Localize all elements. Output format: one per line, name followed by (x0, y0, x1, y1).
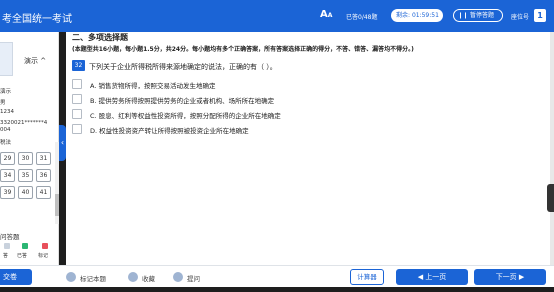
question-nav-button[interactable]: 35 (18, 169, 33, 182)
answered-legend-icon (22, 243, 28, 249)
unanswered-legend-icon (4, 243, 10, 249)
marked-legend-icon (42, 243, 48, 249)
ask-section-title: 问答题 (0, 233, 20, 241)
question-panel: 二、多项选择题 (本题型共16小题，每小题1.5分，共24分。每小题均有多个正确… (66, 32, 550, 265)
option-c[interactable]: C. 股息、红利等权益性投资所得，按照分配所得的企业所在地确定 (90, 110, 281, 120)
mark-icon[interactable] (66, 272, 76, 282)
chevron-right-icon: ▶ (518, 273, 525, 281)
option-d-checkbox[interactable] (72, 124, 82, 134)
favorite-button[interactable]: 收藏 (142, 273, 155, 283)
unanswered-legend-label: 答 (3, 253, 9, 259)
seat-label: 座位号 (511, 14, 530, 21)
ask-button[interactable]: 提问 (187, 273, 200, 283)
previous-page-button[interactable]: ◀ 上一页 (396, 269, 468, 285)
pause-button[interactable]: ❙❙ 暂停答题 (453, 9, 503, 22)
next-page-button[interactable]: 下一页 ▶ (474, 269, 546, 285)
exam-subject: 税法 (0, 140, 12, 146)
remaining-time-badge: 剩余: 01:59:51 (391, 9, 443, 22)
star-icon[interactable] (128, 272, 138, 282)
option-d[interactable]: D. 权益性投资资产转让所得按照被投资企业所在地确定 (90, 125, 249, 135)
pause-label: 暂停答题 (469, 12, 494, 19)
section-rule: (本题型共16小题，每小题1.5分，共24分。每小题均有多个正确答案，所有答案选… (72, 46, 414, 53)
question-nav-button[interactable]: 36 (36, 169, 51, 182)
answered-legend-label: 已答 (17, 253, 28, 259)
candidate-name: 演示 (0, 89, 12, 95)
chevron-left-icon: ◀ (417, 273, 424, 281)
question-nav-button[interactable]: 34 (0, 169, 15, 182)
remaining-time: 01:59:51 (411, 12, 439, 19)
avatar (0, 42, 13, 76)
chevron-up-icon: ^ (40, 57, 47, 65)
taskbar-strip (0, 287, 554, 292)
candidate-idcard-suffix: 004 (0, 127, 11, 133)
remaining-label: 剩余: (396, 12, 411, 19)
user-name[interactable]: 演示 ^ (24, 56, 46, 66)
right-edge-strip (550, 32, 554, 265)
question-text: 下列关于企业所得税所得来源地确定的说法，正确的有（ ）。 (89, 63, 277, 71)
question-nav-button[interactable]: 29 (0, 152, 15, 165)
pause-icon: ❙❙ (458, 12, 469, 19)
answered-count: 已答0/48题 (346, 14, 378, 21)
font-size-icon[interactable]: AA (320, 9, 332, 20)
question-nav-button[interactable]: 31 (36, 152, 51, 165)
question-nav-button[interactable]: 30 (18, 152, 33, 165)
option-c-checkbox[interactable] (72, 109, 82, 119)
option-b-checkbox[interactable] (72, 94, 82, 104)
question-nav-button[interactable]: 41 (36, 186, 51, 199)
sidebar-collapse-toggle[interactable]: ‹ (59, 125, 66, 161)
calculator-button[interactable]: 计算器 (350, 269, 384, 285)
question-number: 32 (72, 60, 85, 71)
chevron-left-icon: ‹ (60, 138, 65, 147)
option-a-checkbox[interactable] (72, 79, 82, 89)
candidate-gender: 男 (0, 100, 6, 106)
candidate-idcard: 3320021*******4 (0, 120, 48, 126)
top-header: 考全国统一考试 AA 已答0/48题 剩余: 01:59:51 ❙❙ 暂停答题 … (0, 0, 554, 32)
question-nav-button[interactable]: 40 (18, 186, 33, 199)
bottom-toolbar: 交卷 标记本题 收藏 提问 计算器 ◀ 上一页 下一页 ▶ (0, 265, 554, 287)
option-b[interactable]: B. 提供劳务所得按照提供劳务的企业或者机构、场所所在地确定 (90, 95, 274, 105)
side-panel-tab[interactable] (547, 184, 554, 212)
section-title: 二、多项选择题 (72, 33, 128, 42)
seat-number: 1 (534, 9, 546, 22)
exam-title: 考全国统一考试 (2, 14, 72, 25)
marked-legend-label: 标记 (38, 253, 49, 259)
option-a[interactable]: A. 销售货物所得，按照交易活动发生地确定 (90, 80, 215, 90)
mark-question-button[interactable]: 标记本题 (80, 273, 106, 283)
question-mark-icon[interactable] (173, 272, 183, 282)
candidate-sidebar: 演示 ^ 演示 男 1234 3320021*******4 004 税法 29… (0, 32, 59, 265)
candidate-id: 1234 (0, 109, 14, 115)
submit-button[interactable]: 交卷 (0, 269, 32, 285)
question-nav-button[interactable]: 39 (0, 186, 15, 199)
scrollbar-thumb[interactable] (55, 194, 59, 216)
